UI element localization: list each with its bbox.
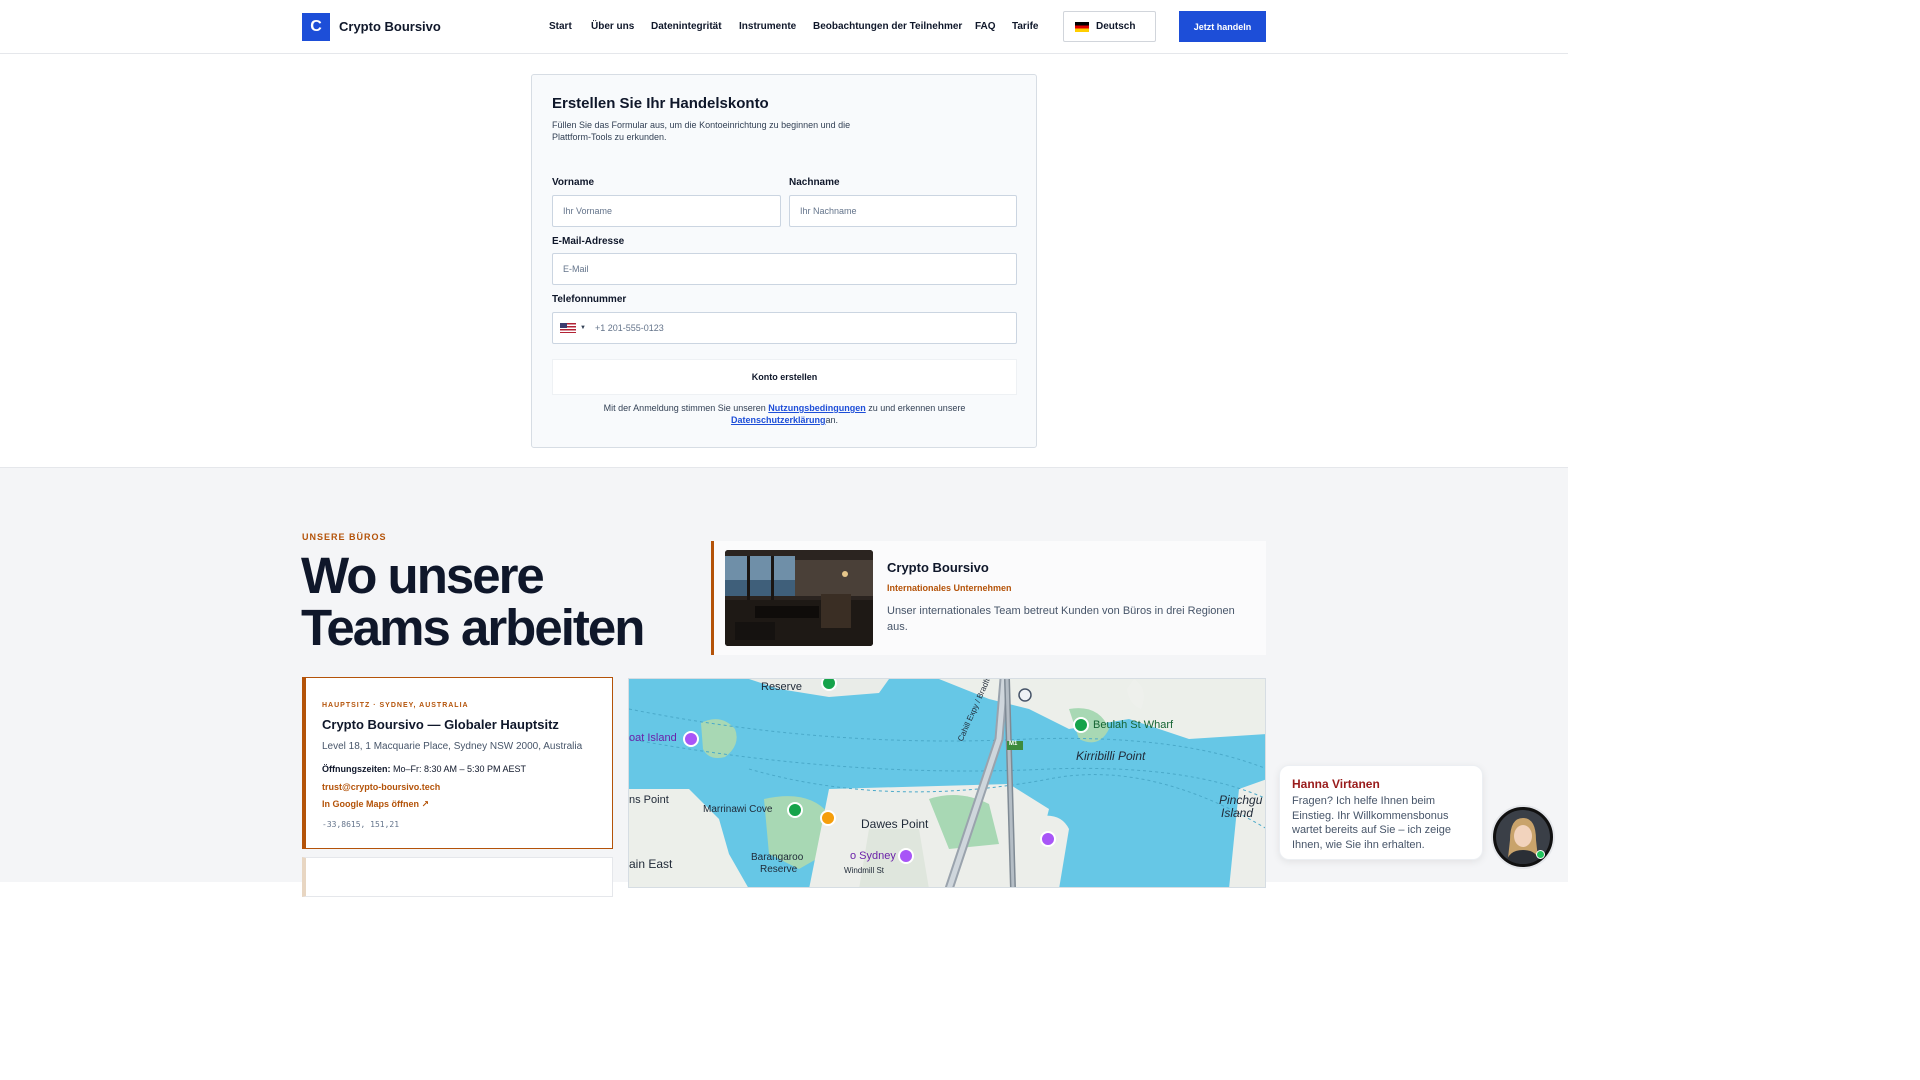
- last-name-field[interactable]: Ihr Nachname: [789, 195, 1017, 227]
- map-label-beulah: Beulah St Wharf: [1093, 719, 1174, 731]
- nav-pricing[interactable]: Tarife: [1012, 21, 1039, 32]
- terms-suffix: an.: [825, 415, 839, 425]
- nav-about[interactable]: Über uns: [591, 21, 634, 32]
- office-hours: Öffnungszeiten: Mo–Fr: 8:30 AM – 5:30 PM…: [322, 764, 526, 774]
- map-label-m1: M1: [1009, 741, 1018, 747]
- terms-link[interactable]: Nutzungsbedingungen: [768, 403, 865, 413]
- map-label-kirribilli: Kirribilli Point: [1076, 749, 1146, 763]
- office-map[interactable]: Reserve oat Island Beulah St Wharf Kirri…: [628, 678, 1266, 888]
- trade-now-button[interactable]: Jetzt handeln: [1179, 11, 1266, 42]
- us-flag-icon[interactable]: [560, 323, 576, 333]
- terms-middle: zu und erkennen unsere: [865, 403, 966, 413]
- nav-start[interactable]: Start: [549, 21, 572, 32]
- google-maps-link[interactable]: In Google Maps öffnen ↗: [322, 799, 429, 810]
- office-address: Level 18, 1 Macquarie Place, Sydney NSW …: [322, 741, 583, 752]
- map-label-pinchgut-island: Island: [1221, 806, 1254, 820]
- germany-flag-icon: [1075, 21, 1089, 32]
- language-selector[interactable]: Deutsch: [1063, 11, 1156, 42]
- map-label-goat-island: oat Island: [629, 732, 677, 744]
- first-name-placeholder: Ihr Vorname: [563, 206, 613, 216]
- map-label-ain-east: ain East: [629, 857, 673, 871]
- map-label-barangaroo: Barangaroo: [751, 852, 804, 863]
- company-name: Crypto Boursivo: [887, 560, 989, 575]
- form-title: Erstellen Sie Ihr Handelskonto: [552, 95, 769, 112]
- map-label-marrinawi: Marrinawi Cove: [703, 804, 773, 815]
- map-label-pinchgut: Pinchgu: [1219, 793, 1263, 807]
- map-label-sydney: o Sydney: [850, 850, 896, 862]
- first-name-field[interactable]: Ihr Vorname: [552, 195, 781, 227]
- phone-label: Telefonnummer: [552, 294, 627, 305]
- office-title: Crypto Boursivo — Globaler Hauptsitz: [322, 717, 559, 732]
- company-card: Crypto Boursivo Internationales Unterneh…: [711, 541, 1266, 655]
- offices-eyebrow: UNSERE BÜROS: [302, 532, 387, 542]
- chat-message: Fragen? Ich helfe Ihnen beim Einstieg. I…: [1292, 795, 1451, 851]
- create-account-button[interactable]: Konto erstellen: [552, 359, 1017, 395]
- terms-notice: Mit der Anmeldung stimmen Sie unseren Nu…: [572, 402, 997, 426]
- offices-title-line2: Teams arbeiten: [301, 599, 645, 656]
- terms-prefix: Mit der Anmeldung stimmen Sie unseren: [603, 403, 769, 413]
- office-coordinates: -33,8615, 151,21: [322, 820, 400, 829]
- offices-title-line1: Wo unsere: [301, 547, 545, 604]
- online-status-icon: [1536, 850, 1545, 859]
- email-field[interactable]: E-Mail: [552, 253, 1017, 285]
- map-label-barangaroo-reserve: Reserve: [760, 864, 798, 875]
- brand-name[interactable]: Crypto Boursivo: [339, 19, 441, 34]
- privacy-link[interactable]: Datenschutzerklärung: [731, 415, 826, 425]
- last-name-placeholder: Ihr Nachname: [800, 206, 857, 216]
- office-email-link[interactable]: trust@crypto-boursivo.tech: [322, 782, 440, 792]
- offices-title: Wo unsere Teams arbeiten: [301, 547, 645, 656]
- signup-form: Erstellen Sie Ihr Handelskonto Füllen Si…: [531, 74, 1037, 448]
- site-header: C Crypto Boursivo Start Über uns Datenin…: [0, 0, 1568, 54]
- company-description: Unser internationales Team betreut Kunde…: [887, 605, 1235, 633]
- form-subtitle: Füllen Sie das Formular aus, um die Kont…: [552, 120, 851, 142]
- chat-bubble[interactable]: Hanna Virtanen Fragen? Ich helfe Ihnen b…: [1279, 765, 1483, 860]
- map-label-reserve: Reserve: [761, 681, 802, 693]
- nav-data-integrity[interactable]: Datenintegrität: [651, 21, 722, 32]
- office-card-next[interactable]: [302, 857, 613, 897]
- chat-avatar[interactable]: [1493, 807, 1553, 867]
- map-label-ns-point: ns Point: [629, 794, 669, 806]
- office-eyebrow: HAUPTSITZ · SYDNEY, AUSTRALIA: [322, 702, 469, 709]
- chat-agent-name: Hanna Virtanen: [1292, 777, 1380, 791]
- phone-placeholder: +1 201-555-0123: [594, 323, 664, 333]
- first-name-label: Vorname: [552, 177, 595, 188]
- nav-instruments[interactable]: Instrumente: [739, 21, 796, 32]
- logo-icon[interactable]: C: [302, 13, 330, 41]
- office-photo: [725, 550, 873, 646]
- nav-observations[interactable]: Beobachtungen der Teilnehmer: [813, 21, 962, 32]
- phone-field[interactable]: ▼ +1 201-555-0123: [552, 312, 1017, 344]
- language-label: Deutsch: [1096, 21, 1136, 32]
- last-name-label: Nachname: [789, 177, 840, 188]
- email-label: E-Mail-Adresse: [552, 236, 625, 247]
- nav-faq[interactable]: FAQ: [975, 21, 996, 32]
- country-caret-icon[interactable]: ▼: [580, 325, 586, 331]
- map-label-dawes: Dawes Point: [861, 817, 929, 831]
- map-label-windmill: Windmill St: [844, 866, 885, 875]
- company-tag: Internationales Unternehmen: [887, 583, 1012, 593]
- office-hours-label: Öffnungszeiten:: [322, 764, 391, 774]
- office-card-sydney[interactable]: HAUPTSITZ · SYDNEY, AUSTRALIA Crypto Bou…: [302, 677, 613, 849]
- office-hours-value: Mo–Fr: 8:30 AM – 5:30 PM AEST: [390, 764, 527, 774]
- email-placeholder: E-Mail: [563, 264, 589, 274]
